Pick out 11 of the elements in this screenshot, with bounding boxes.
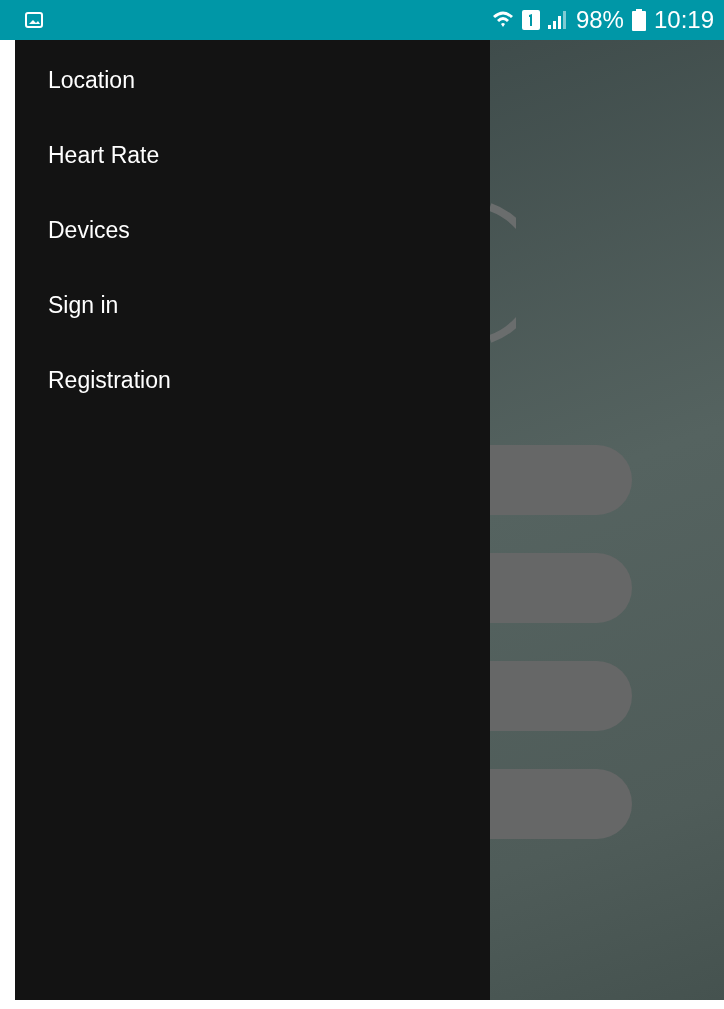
- menu-item[interactable]: Location: [48, 64, 135, 95]
- battery-level: 98%: [575, 6, 624, 34]
- battery-icon: [631, 9, 646, 31]
- menu-item[interactable]: Sign in: [48, 289, 119, 320]
- sim-icon: [521, 10, 540, 30]
- menu-item[interactable]: Registration: [48, 364, 171, 395]
- clock-time: 10:19: [653, 6, 714, 34]
- signal-icon: [547, 11, 568, 29]
- menu-item[interactable]: Devices: [48, 214, 130, 245]
- menu-item[interactable]: Heart Rate: [48, 139, 160, 170]
- image-icon: [25, 12, 43, 28]
